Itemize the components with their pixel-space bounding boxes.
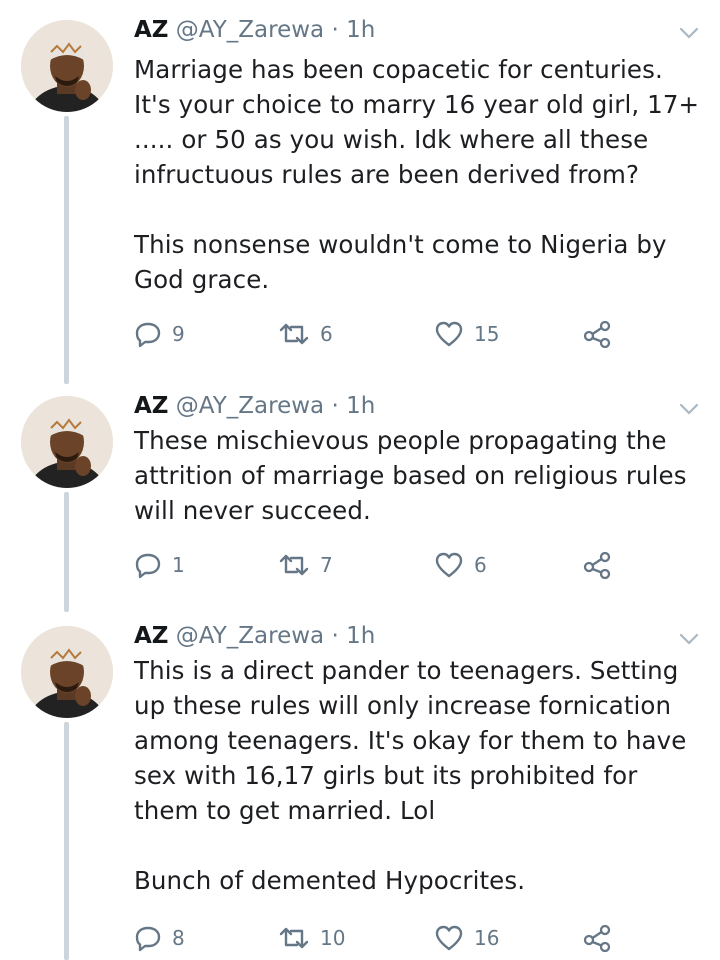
display-name[interactable]: AZ (134, 623, 168, 649)
tweet-text: Marriage has been copacetic for centurie… (134, 55, 700, 294)
reply-icon (135, 322, 161, 348)
retweet-icon (279, 323, 309, 345)
tweet-actions: 1 7 6 (134, 550, 634, 580)
handle[interactable]: @AY_Zarewa (176, 17, 324, 43)
retweet-button[interactable]: 10 (278, 923, 345, 953)
tweet-header: AZ @AY_Zarewa · 1h (134, 14, 375, 46)
reply-icon (135, 553, 161, 579)
retweet-button[interactable]: 6 (278, 319, 333, 349)
share-icon (583, 924, 611, 952)
share-button[interactable] (582, 319, 612, 349)
like-button[interactable]: 6 (434, 550, 487, 580)
reply-button[interactable]: 9 (134, 319, 185, 349)
tweet[interactable]: AZ @AY_Zarewa · 1h These mischievous peo… (0, 390, 720, 590)
heart-icon (435, 552, 463, 578)
tweet-header: AZ @AY_Zarewa · 1h (134, 390, 375, 422)
timestamp[interactable]: · 1h (331, 393, 375, 419)
tweet-actions: 8 10 16 (134, 923, 634, 953)
like-count: 16 (474, 926, 500, 950)
chevron-down-icon[interactable] (678, 632, 700, 646)
share-button[interactable] (582, 923, 612, 953)
avatar[interactable] (21, 396, 113, 488)
chevron-down-icon[interactable] (678, 402, 700, 416)
share-icon (583, 551, 611, 579)
tweet[interactable]: AZ @AY_Zarewa · 1h This is a direct pand… (0, 620, 720, 960)
avatar[interactable] (21, 626, 113, 718)
like-button[interactable]: 15 (434, 319, 499, 349)
handle[interactable]: @AY_Zarewa (176, 393, 324, 419)
chevron-down-icon[interactable] (678, 26, 700, 40)
heart-icon (435, 925, 463, 951)
share-button[interactable] (582, 550, 612, 580)
retweet-count: 7 (320, 553, 333, 577)
reply-icon (135, 926, 161, 952)
like-count: 15 (474, 322, 500, 346)
reply-button[interactable]: 1 (134, 550, 185, 580)
reply-button[interactable]: 8 (134, 923, 185, 953)
display-name[interactable]: AZ (134, 17, 168, 43)
reply-count: 1 (172, 553, 185, 577)
retweet-icon (279, 554, 309, 576)
tweet[interactable]: AZ @AY_Zarewa · 1h Marriage has been cop… (0, 14, 720, 364)
like-button[interactable]: 16 (434, 923, 499, 953)
retweet-icon (279, 927, 309, 949)
retweet-count: 6 (320, 322, 333, 346)
tweet-header: AZ @AY_Zarewa · 1h (134, 620, 375, 652)
tweet-text: These mischievous people propagating the… (134, 426, 687, 525)
handle[interactable]: @AY_Zarewa (176, 623, 324, 649)
reply-count: 9 (172, 322, 185, 346)
timestamp[interactable]: · 1h (331, 623, 375, 649)
retweet-count: 10 (320, 926, 346, 950)
tweet-actions: 9 6 15 (134, 319, 634, 349)
reply-count: 8 (172, 926, 185, 950)
tweet-text: This is a direct pander to teenagers. Se… (134, 656, 687, 895)
retweet-button[interactable]: 7 (278, 550, 333, 580)
timestamp[interactable]: · 1h (331, 17, 375, 43)
like-count: 6 (474, 553, 487, 577)
avatar[interactable] (21, 20, 113, 112)
heart-icon (435, 321, 463, 347)
share-icon (583, 320, 611, 348)
display-name[interactable]: AZ (134, 393, 168, 419)
